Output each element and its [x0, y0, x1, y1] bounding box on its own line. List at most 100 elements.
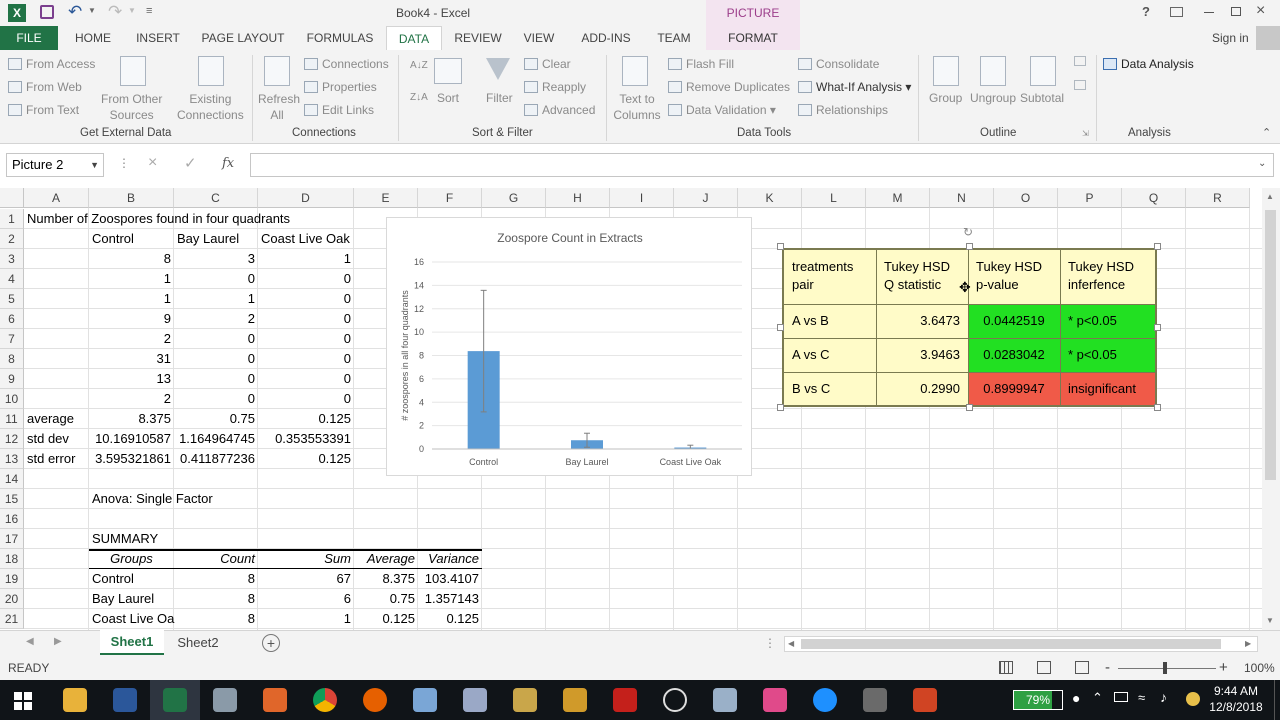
cell-b21[interactable]: Coast Live Oa	[89, 609, 177, 629]
column-header[interactable]: M	[866, 188, 930, 208]
tab-insert[interactable]: INSERT	[130, 26, 186, 50]
column-header[interactable]: I	[610, 188, 674, 208]
page-layout-view-icon[interactable]	[1037, 661, 1051, 674]
matlab-icon[interactable]	[263, 688, 287, 712]
what-if-analysis-button[interactable]: What-If Analysis ▾	[798, 80, 911, 94]
show-desktop-button[interactable]	[1274, 680, 1280, 720]
column-header[interactable]: F	[418, 188, 482, 208]
clock[interactable]: 9:44 AM 12/8/2018	[1208, 683, 1264, 715]
edge-app-icon[interactable]	[813, 688, 837, 712]
column-header[interactable]: B	[89, 188, 174, 208]
vertical-scroll-thumb[interactable]	[1265, 210, 1276, 480]
cell-d2[interactable]: Coast Live Oak	[258, 229, 353, 249]
row-header[interactable]: 21	[0, 609, 24, 629]
page-break-view-icon[interactable]	[1075, 661, 1089, 674]
column-header[interactable]: J	[674, 188, 738, 208]
undo-icon[interactable]: ↶	[68, 2, 82, 22]
from-access-button[interactable]: From Access	[8, 57, 95, 71]
snipping-tool-icon[interactable]	[513, 688, 537, 712]
column-header[interactable]: P	[1058, 188, 1122, 208]
cell-b4[interactable]: 1	[89, 269, 174, 289]
cell-c19[interactable]: 8	[174, 569, 258, 589]
column-header[interactable]: N	[930, 188, 994, 208]
row-header[interactable]: 8	[0, 349, 24, 369]
selection-handle[interactable]	[965, 404, 973, 411]
row-header[interactable]: 5	[0, 289, 24, 309]
cell-b3[interactable]: 8	[89, 249, 174, 269]
tab-formulas[interactable]: FORMULAS	[300, 26, 380, 50]
cell-d4[interactable]: 0	[258, 269, 354, 289]
consolidate-button[interactable]: Consolidate	[798, 57, 879, 71]
volume-icon[interactable]: ♪	[1160, 689, 1167, 705]
selection-handle[interactable]	[777, 404, 784, 411]
selection-handle[interactable]	[777, 243, 784, 250]
cell-d7[interactable]: 0	[258, 329, 354, 349]
power-icon[interactable]	[1114, 692, 1128, 702]
sign-in-link[interactable]: Sign in	[1212, 31, 1249, 45]
minimize-button[interactable]	[1204, 12, 1214, 13]
relationships-button[interactable]: Relationships	[798, 103, 888, 117]
column-header[interactable]: L	[802, 188, 866, 208]
cell-e19[interactable]: 8.375	[354, 569, 418, 589]
sheet-tab-sheet1[interactable]: Sheet1	[100, 630, 164, 655]
zoom-slider[interactable]	[1118, 662, 1216, 674]
row-header[interactable]: 4	[0, 269, 24, 289]
cell-e21[interactable]: 0.125	[354, 609, 418, 629]
cell-c20[interactable]: 8	[174, 589, 258, 609]
tab-format[interactable]: FORMAT	[706, 26, 800, 50]
excel-icon[interactable]	[163, 688, 187, 712]
bar-chart[interactable]: Zoospore Count in Extracts 0 2 4 6 8 10 12 14 16 #…	[386, 217, 752, 476]
show-detail-icon[interactable]	[1074, 56, 1086, 66]
filter-button[interactable]: Filter	[486, 91, 513, 105]
tab-home[interactable]: HOME	[66, 26, 120, 50]
collapse-ribbon-icon[interactable]: ⌃	[1262, 126, 1271, 139]
row-header[interactable]: 18	[0, 549, 24, 569]
row-header[interactable]: 2	[0, 229, 24, 249]
remove-duplicates-button[interactable]: Remove Duplicates	[668, 80, 790, 94]
horizontal-scrollbar[interactable]: ◀ ▶	[784, 636, 1258, 652]
cell-b19[interactable]: Control	[89, 569, 137, 589]
cell-d13[interactable]: 0.125	[258, 449, 354, 469]
cell-b20[interactable]: Bay Laurel	[89, 589, 157, 609]
name-box[interactable]: Picture 2 ▼	[6, 153, 104, 177]
cell-b12[interactable]: 10.16910587	[89, 429, 174, 449]
chrome-icon[interactable]	[313, 688, 337, 712]
cell-b5[interactable]: 1	[89, 289, 174, 309]
restore-button[interactable]	[1231, 7, 1241, 16]
redo-icon[interactable]: ↷	[108, 2, 122, 22]
camera-icon[interactable]	[763, 688, 787, 712]
column-header[interactable]: Q	[1122, 188, 1186, 208]
cell-a1[interactable]: Number of Zoospores found in four quadra…	[24, 209, 293, 229]
cell-b15[interactable]: Anova: Single Factor	[89, 489, 216, 509]
enter-icon[interactable]: ✓	[184, 154, 197, 172]
start-windows-icon[interactable]	[14, 692, 32, 710]
cell-f18[interactable]: Variance	[418, 549, 482, 569]
clear-button[interactable]: Clear	[524, 57, 571, 71]
wifi-icon[interactable]: ≈	[1138, 690, 1145, 705]
next-sheet-icon[interactable]: ▶	[54, 636, 62, 647]
cell-c7[interactable]: 0	[174, 329, 258, 349]
help-button[interactable]: ?	[1142, 4, 1150, 19]
new-sheet-button[interactable]: +	[262, 634, 280, 652]
paint-3d-icon[interactable]	[463, 688, 487, 712]
selection-handle[interactable]	[1154, 243, 1161, 250]
tukey-table-picture[interactable]: treatments pair Tukey HSD Q statistic Tukey …	[782, 248, 1157, 407]
tab-split-handle-icon[interactable]: ⋮	[764, 636, 776, 650]
row-header[interactable]: 20	[0, 589, 24, 609]
remote-desktop-icon[interactable]	[713, 688, 737, 712]
hide-detail-icon[interactable]	[1074, 80, 1086, 90]
sort-az-button[interactable]: A↓Z	[410, 60, 428, 71]
window-app-icon[interactable]	[863, 688, 887, 712]
column-header[interactable]: G	[482, 188, 546, 208]
show-hidden-icons-icon[interactable]: ⌃	[1092, 690, 1103, 706]
tab-data[interactable]: DATA	[386, 26, 442, 51]
horizontal-scroll-thumb[interactable]	[801, 639, 1221, 649]
column-header[interactable]: A	[24, 188, 89, 208]
selection-handle[interactable]	[1154, 323, 1161, 331]
cell-c2[interactable]: Bay Laurel	[174, 229, 242, 249]
cell-d10[interactable]: 0	[258, 389, 354, 409]
expand-formula-bar-icon[interactable]: ⌄	[1258, 158, 1266, 169]
redo-dropdown-icon[interactable]: ▼	[128, 6, 136, 15]
row-header[interactable]: 14	[0, 469, 24, 489]
cell-e20[interactable]: 0.75	[354, 589, 418, 609]
